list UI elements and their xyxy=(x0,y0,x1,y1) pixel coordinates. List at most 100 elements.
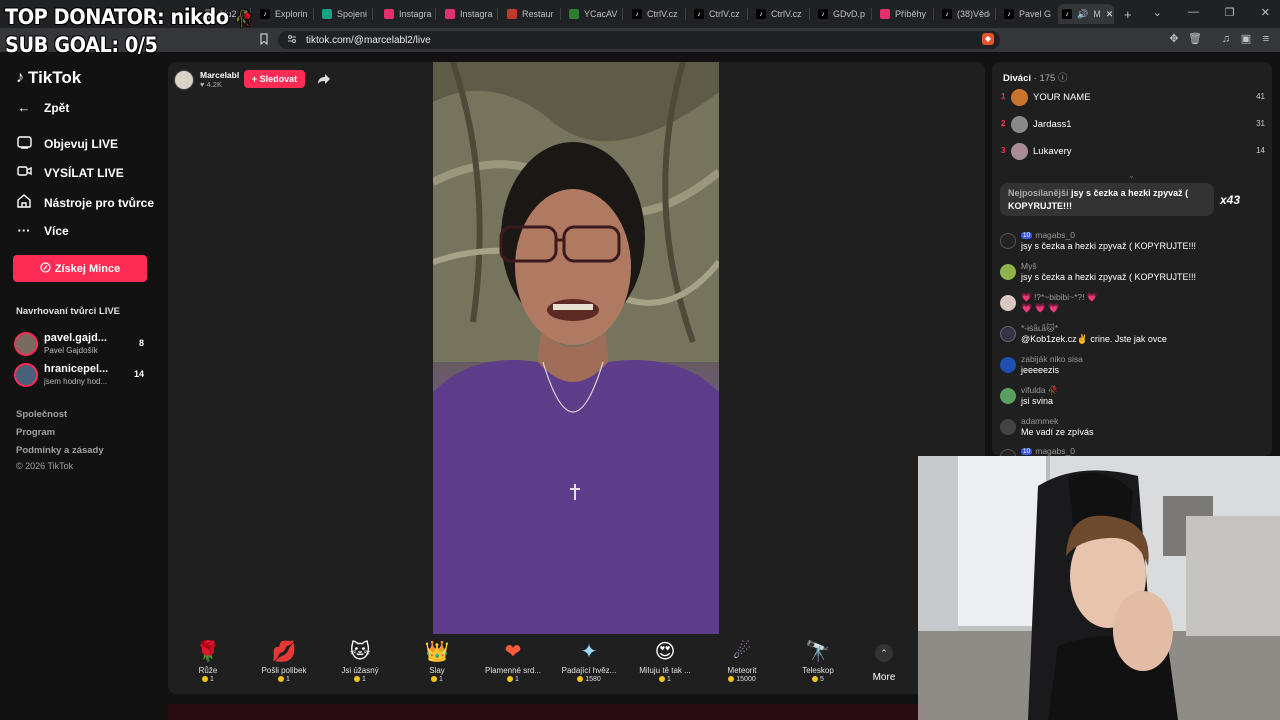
sidebar-toggle-icon[interactable]: ▣ xyxy=(1240,33,1252,45)
footer-link-company[interactable]: Společnost xyxy=(16,409,67,420)
more-gifts-button[interactable]: ⌃ More xyxy=(868,642,900,690)
pinned-user: Nejposílanější xyxy=(1008,188,1069,198)
back-button[interactable]: ← Zpět xyxy=(16,100,70,115)
coins-label: Získej Mince xyxy=(54,262,121,275)
gift-item[interactable]: 🔭 Teleskop 5 xyxy=(780,640,856,692)
tab-label: Pavel G xyxy=(1019,9,1052,19)
footer-link-program[interactable]: Program xyxy=(16,427,55,438)
gift-item[interactable]: 💋 Pošli polibek 1 xyxy=(246,640,322,692)
viewers-label: Diváci xyxy=(1003,73,1031,84)
browser-tab[interactable]: Instagra xyxy=(445,4,493,24)
gift-item[interactable]: ❤ Plamenné srd... 1 xyxy=(475,640,551,692)
browser-tab[interactable]: ♪ GDvD.p xyxy=(818,4,866,24)
back-arrow-icon: ← xyxy=(17,100,31,115)
rose-icon: 🥀 xyxy=(234,9,253,28)
gift-price: 1 xyxy=(246,676,322,683)
browser-tab[interactable]: ♪ CtrlV.cz xyxy=(756,4,804,24)
info-icon[interactable]: ⓘ xyxy=(1058,73,1068,84)
restaurant-favicon-icon xyxy=(507,9,517,19)
browser-tab[interactable]: ♪ CtrlV.cz xyxy=(632,4,680,24)
browser-tab[interactable]: Instagra xyxy=(384,4,432,24)
plus-icon: + xyxy=(1124,6,1132,22)
nav-more[interactable]: ··· Více xyxy=(16,223,69,238)
chat-message[interactable]: 10 magabs_0 xyxy=(1000,446,1262,456)
tab-close-icon[interactable]: ✕ xyxy=(1106,9,1114,20)
window-controls: ⌄ — ❐ ✕ xyxy=(1153,6,1270,19)
bookmark-icon[interactable] xyxy=(258,33,270,46)
audio-playing-icon[interactable]: 🔊 xyxy=(1077,9,1088,20)
browser-tab[interactable]: ♪ (38)Vědě xyxy=(942,4,990,24)
nav-explore-live[interactable]: Objevuj LIVE xyxy=(16,136,118,152)
gift-item[interactable]: 👑 Slay 1 xyxy=(399,640,475,692)
tab-label: M xyxy=(1093,9,1101,19)
tab-label: Příběhy xyxy=(895,9,927,19)
nav-creator-tools[interactable]: Nástroje pro tvůrce xyxy=(16,194,154,211)
collapse-chevron-icon[interactable]: ⌄ xyxy=(1128,171,1135,180)
browser-tab[interactable]: Příběhy xyxy=(880,4,928,24)
browser-tab-active[interactable]: ♪ 🔊 M ✕ xyxy=(1058,4,1114,24)
tab-label: CtrlV.cz xyxy=(771,9,802,19)
chat-text: jsy s čezka a hezki zpyvaž ( KOPYRUJTE!!… xyxy=(1021,241,1197,251)
browser-tab[interactable]: ♪ Explorin xyxy=(260,4,310,24)
chat-text: jeeeeezis xyxy=(1021,365,1060,375)
gift-item[interactable]: 🌹 Růže 1 xyxy=(170,640,246,692)
live-video[interactable] xyxy=(433,62,719,634)
top-viewer-item[interactable]: 3 Lukavery 14 xyxy=(1001,143,1265,161)
extensions-icon[interactable]: ✥ xyxy=(1168,33,1180,45)
creator-subtitle: Pavel Gajdošík xyxy=(44,346,98,355)
back-label: Zpět xyxy=(44,100,70,115)
media-control-icon[interactable]: ♫ xyxy=(1220,33,1232,45)
browser-tab[interactable]: Restaur xyxy=(507,4,555,24)
viewers-header[interactable]: Diváci · 175 ⓘ xyxy=(1003,70,1067,84)
tiktok-favicon-icon: ♪ xyxy=(632,9,642,19)
chat-username: Myš xyxy=(1021,261,1037,271)
gift-item[interactable]: 🐱 Jsi úžasný 1 xyxy=(322,640,398,692)
address-bar[interactable]: tiktok.com/@marcelabl2/live xyxy=(278,31,1000,49)
viewers-count: · 175 xyxy=(1033,73,1056,84)
footer-link-terms[interactable]: Podmínky a zásady xyxy=(16,445,104,456)
browser-tab[interactable]: ♪ Pavel G xyxy=(1004,4,1052,24)
suggested-creator-item[interactable]: pavel.gajd... Pavel Gajdošík 8 xyxy=(14,330,148,358)
follow-button[interactable]: + Sledovat xyxy=(244,70,305,88)
gift-item[interactable]: ☄ Meteorit 15000 xyxy=(704,640,780,692)
likes-count: 4.2K xyxy=(206,80,222,89)
tiktok-logo[interactable]: ♪ TikTok xyxy=(16,68,81,88)
host-name: Marcelabl xyxy=(200,70,240,80)
tiktok-favicon-icon: ♪ xyxy=(1062,9,1072,19)
chat-text: jsy s čezka a hezki zpyvaž ( KOPYRUJTE!!… xyxy=(1021,272,1197,282)
browser-tab[interactable]: YCacAV xyxy=(569,4,617,24)
new-tab-button[interactable]: + xyxy=(1124,4,1138,24)
avatar xyxy=(1000,326,1016,342)
menu-icon[interactable]: ≡ xyxy=(1260,33,1272,45)
broadcast-icon xyxy=(16,165,32,180)
nav-broadcast-live[interactable]: VYSÍLAT LIVE xyxy=(16,165,124,180)
browser-tab[interactable]: Spojeni xyxy=(322,4,367,24)
minimize-icon[interactable]: — xyxy=(1188,6,1199,19)
tab-search-icon[interactable]: ⌄ xyxy=(1153,6,1162,19)
close-window-icon[interactable]: ✕ xyxy=(1261,6,1270,19)
rank-number: 2 xyxy=(1001,119,1006,128)
suggested-creators-title: Navrhovaní tvůrci LIVE xyxy=(16,306,121,317)
gift-item[interactable]: ✦ Padající hvěz... 1580 xyxy=(551,640,627,692)
chat-text: Me vadí ze zpívás xyxy=(1021,427,1094,437)
tiktok-favicon-icon: ♪ xyxy=(942,9,952,19)
avatar xyxy=(1011,116,1028,133)
get-coins-button[interactable]: Získej Mince xyxy=(13,255,147,282)
top-viewer-item[interactable]: 2 Jardass1 31 xyxy=(1001,116,1265,134)
maximize-icon[interactable]: ❐ xyxy=(1225,6,1235,19)
viewer-score: 41 xyxy=(1256,92,1265,101)
browser-tab[interactable]: ♪ CtrlV.cz xyxy=(694,4,742,24)
host-info[interactable]: Marcelabl ♥ 4.2K xyxy=(174,68,239,92)
suggested-creator-item[interactable]: hranicepel... jsem hodny hod... 14 xyxy=(14,361,148,389)
trash-icon[interactable]: 🗑 xyxy=(1188,33,1202,45)
share-icon[interactable] xyxy=(317,72,331,86)
top-viewer-item[interactable]: 1 YOUR NAME 41 xyxy=(1001,89,1265,107)
creator-tools-icon xyxy=(16,194,32,211)
gift-item[interactable]: 😍 Miluju tě tak ... 1 xyxy=(627,640,703,692)
gift-name: Plamenné srd... xyxy=(484,666,542,675)
brave-shield-icon[interactable]: ◆ xyxy=(982,33,994,45)
nav-label: Více xyxy=(44,223,69,238)
site-info-icon[interactable] xyxy=(286,34,298,46)
chat-text: @Kob1zek.cz✌️ crine. Jste jak ovce xyxy=(1021,334,1167,344)
pinned-message: Nejposílanější jsy s čezka a hezki zpyva… xyxy=(1000,183,1214,216)
